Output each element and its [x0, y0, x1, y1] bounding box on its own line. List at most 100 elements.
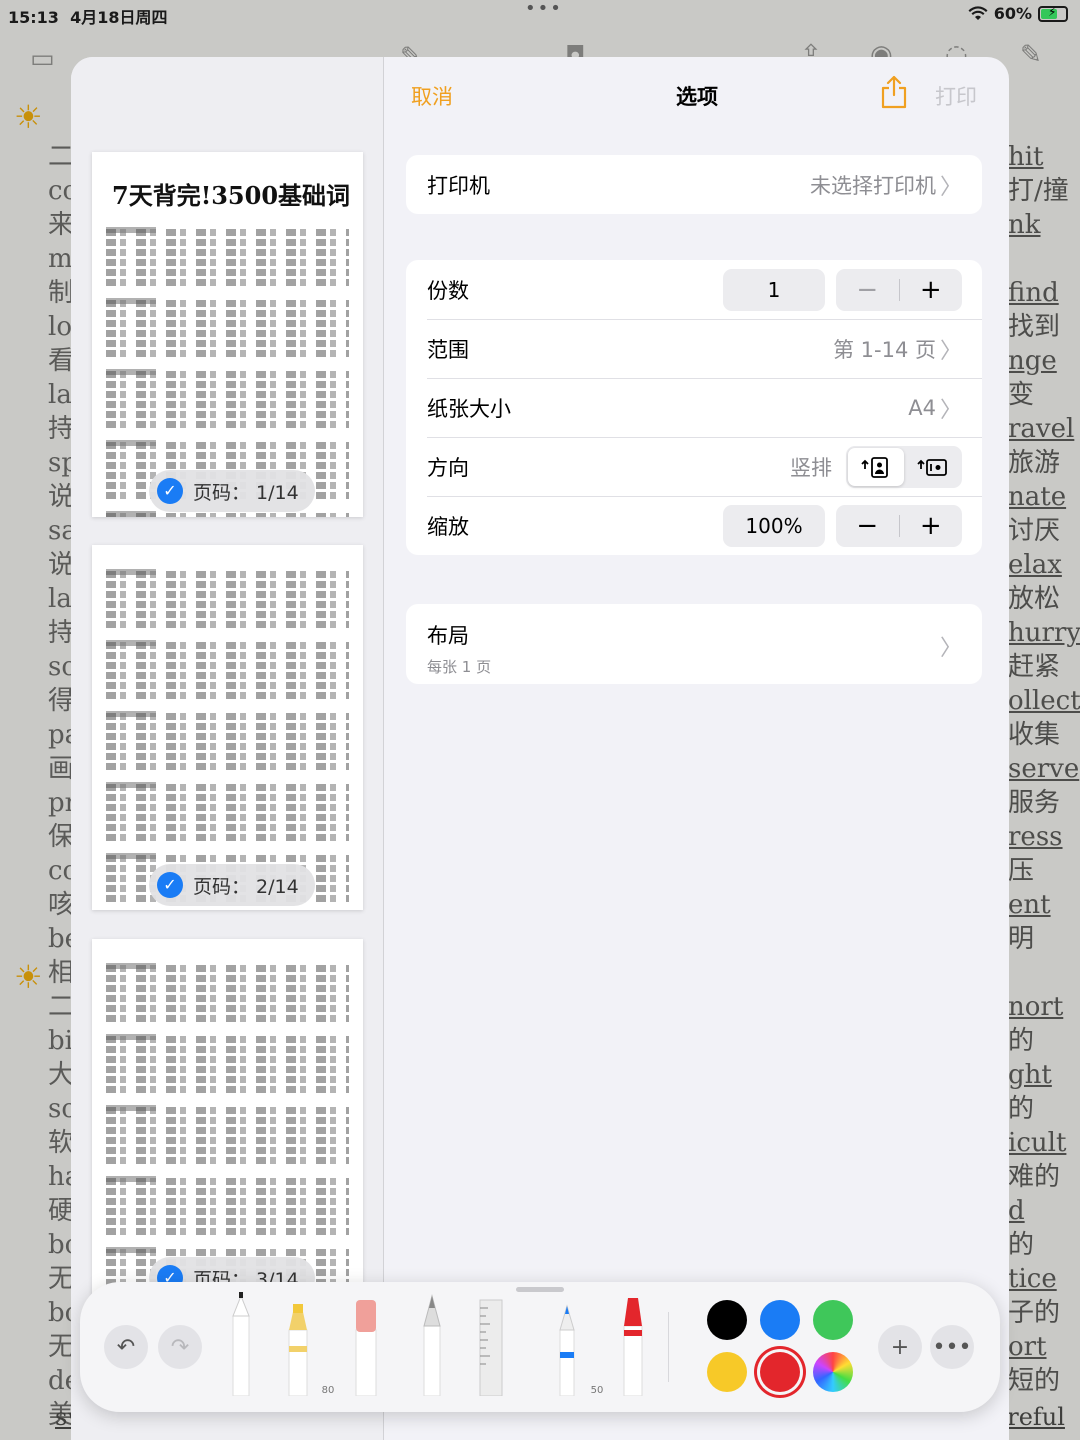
status-time: 15:13 4月18日周四	[8, 4, 167, 28]
text-line	[106, 591, 349, 598]
copies-field[interactable]: 1	[723, 268, 825, 311]
text-line	[106, 1117, 349, 1124]
bg-right-word: find	[1008, 278, 1059, 308]
sheet-title: 选项	[676, 85, 718, 109]
bg-right-word: 放松	[1008, 584, 1061, 614]
bg-right-word: tice	[1008, 1264, 1057, 1294]
eraser-icon	[355, 1300, 377, 1397]
scale-field[interactable]: 100%	[723, 504, 825, 547]
page-badge-2[interactable]: ✓ 页码： 2/14	[149, 864, 315, 906]
print-preview-pane[interactable]: 7天背完!3500基础词 ✓ 页码： 1/14 ✓ 页码： 2/14 ✓ 页码：…	[71, 57, 384, 1440]
bg-right-word: 服务	[1008, 788, 1061, 818]
text-line	[106, 1178, 349, 1185]
color-yellow[interactable]	[707, 1352, 747, 1392]
text-line	[106, 279, 349, 286]
bg-right-word: nort	[1008, 992, 1064, 1022]
text-line	[106, 763, 349, 770]
sheet-header: 取消 选项 打印	[385, 57, 1009, 131]
color-green[interactable]	[813, 1300, 853, 1340]
scale-increment-button[interactable]: +	[900, 505, 963, 547]
redo-button[interactable]: ↷	[158, 1325, 202, 1369]
text-line	[106, 995, 349, 1002]
crayon-tool[interactable]	[618, 1286, 648, 1397]
landscape-option[interactable]	[904, 448, 960, 486]
text-line	[106, 1198, 349, 1205]
text-line	[106, 814, 349, 821]
text-line	[106, 401, 349, 408]
color-black[interactable]	[707, 1300, 747, 1340]
layout-row[interactable]: 布局 每张 1 页 〉	[406, 604, 982, 684]
text-line	[106, 794, 349, 801]
pencil-tool[interactable]	[417, 1286, 447, 1397]
eraser-tool[interactable]	[351, 1286, 381, 1397]
page-thumbnail-1[interactable]: 7天背完!3500基础词	[92, 152, 363, 517]
bg-right-word: ent	[1008, 890, 1051, 920]
text-line	[106, 672, 349, 679]
bg-right-word: d	[1008, 1196, 1025, 1226]
copies-increment-button[interactable]: +	[900, 269, 963, 311]
text-line	[106, 1066, 349, 1073]
toolbar-grabber[interactable]	[516, 1287, 564, 1292]
text-line	[106, 350, 349, 357]
page-thumbnail-3[interactable]	[92, 939, 363, 1304]
copies-decrement-button[interactable]: −	[836, 269, 899, 311]
scale-stepper: − +	[836, 504, 963, 547]
text-line	[106, 844, 349, 859]
highlighter-tool[interactable]: 80	[283, 1286, 334, 1397]
text-line	[106, 239, 349, 246]
ruler-tool[interactable]	[476, 1286, 506, 1397]
page-thumbnail-2[interactable]	[92, 545, 363, 910]
portrait-option[interactable]	[848, 447, 904, 486]
sun-icon: ☀	[14, 958, 43, 996]
bg-right-word: ravel	[1008, 414, 1075, 444]
paper-size-label: 纸张大小	[427, 396, 511, 421]
text-line	[106, 975, 349, 982]
multitask-dots[interactable]: •••	[525, 0, 563, 19]
text-line	[106, 411, 349, 418]
text-line	[106, 1025, 349, 1040]
copies-stepper: − +	[836, 268, 963, 311]
page-badge-label: 页码： 1/14	[193, 481, 299, 504]
bg-right-word	[1008, 956, 1080, 990]
fine-pen-width: 50	[590, 1385, 604, 1396]
color-blue[interactable]	[760, 1300, 800, 1340]
printer-row[interactable]: 打印机 未选择打印机 〉	[406, 155, 982, 214]
color-red[interactable]	[760, 1352, 800, 1392]
paper-size-row[interactable]: 纸张大小 A4 〉	[406, 378, 982, 437]
pen-tool[interactable]	[226, 1286, 256, 1397]
landscape-icon	[917, 458, 947, 476]
bg-right-word: elax	[1008, 550, 1062, 580]
wifi-icon	[968, 5, 988, 20]
copies-row: 份数 1 − +	[406, 260, 982, 319]
more-icon[interactable]: •••	[930, 1325, 974, 1369]
add-icon[interactable]: +	[878, 1325, 922, 1369]
sidebar-icon: ▭	[30, 44, 55, 74]
text-line	[106, 442, 349, 449]
color-picker-icon[interactable]	[813, 1352, 853, 1392]
bg-right-word: 打/撞	[1008, 176, 1069, 206]
text-line	[106, 1036, 349, 1043]
text-line	[106, 743, 349, 750]
text-line	[106, 1056, 349, 1063]
range-row[interactable]: 范围 第 1-14 页 〉	[406, 319, 982, 378]
portrait-icon	[861, 456, 888, 478]
undo-button[interactable]: ↶	[104, 1325, 148, 1369]
share-icon[interactable]	[879, 75, 909, 109]
text-line	[106, 1188, 349, 1195]
layout-sub: 每张 1 页	[427, 658, 492, 676]
layout-label: 布局	[427, 624, 469, 648]
text-line	[106, 753, 349, 760]
text-line	[106, 571, 349, 578]
orientation-row: 方向 竖排	[406, 437, 982, 496]
text-line	[106, 462, 349, 469]
scale-decrement-button[interactable]: −	[836, 505, 899, 547]
text-line	[106, 1005, 349, 1012]
print-button[interactable]: 打印	[935, 81, 977, 111]
orientation-label: 方向	[427, 455, 469, 480]
page-badge-1[interactable]: ✓ 页码： 1/14	[149, 470, 315, 512]
compose-icon: ✎	[1020, 40, 1042, 70]
bg-right-word: 找到	[1008, 312, 1061, 342]
bg-right-word: 赶紧	[1008, 652, 1061, 682]
bg-right-word: 讨厌	[1008, 516, 1061, 546]
fine-pen-tool[interactable]: 50	[552, 1286, 603, 1397]
